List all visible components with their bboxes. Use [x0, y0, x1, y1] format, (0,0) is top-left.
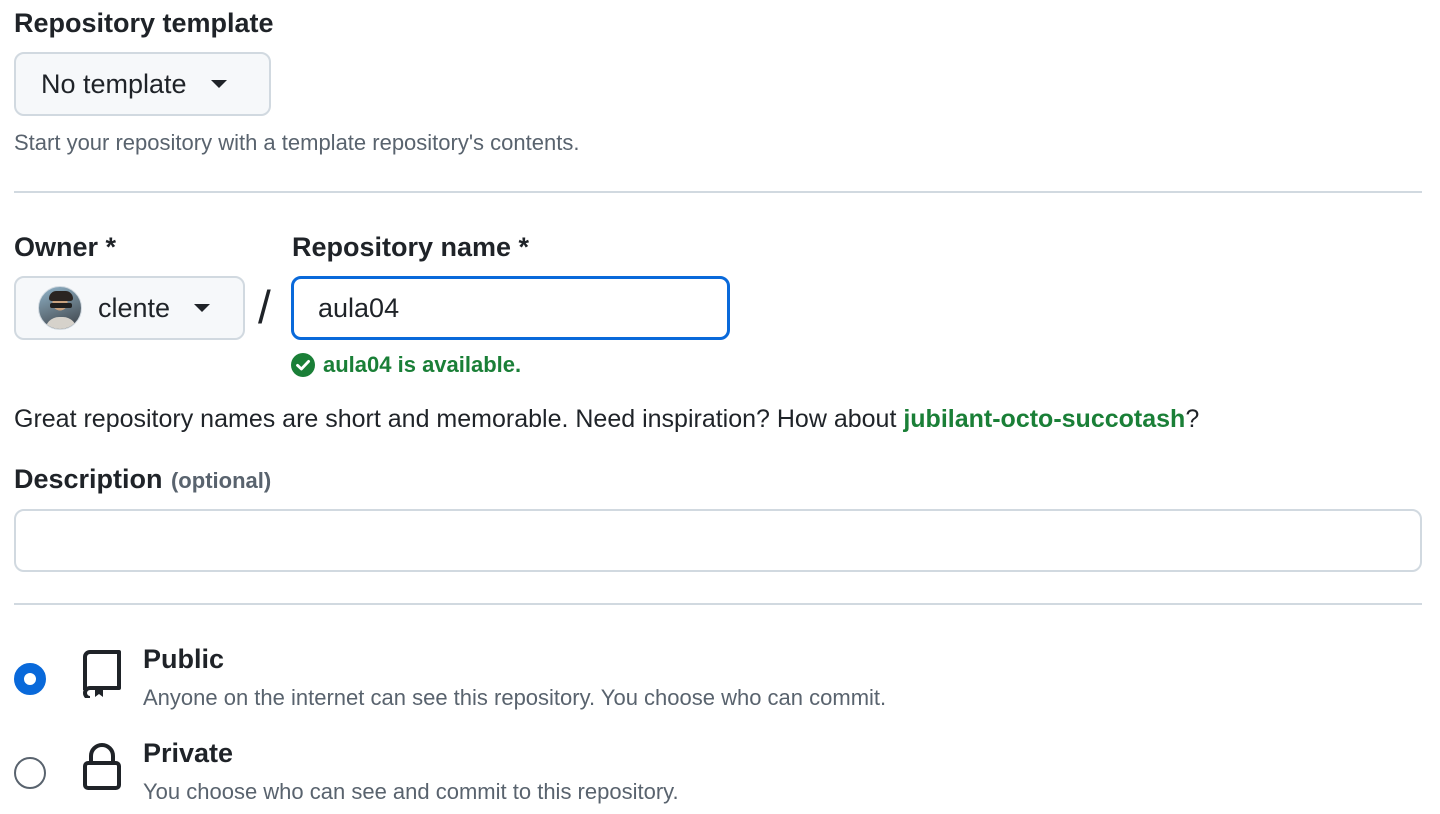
radio-public[interactable] [14, 663, 46, 695]
lock-icon [83, 743, 121, 790]
caret-down-icon [210, 80, 227, 88]
public-title: Public [143, 644, 225, 674]
private-title: Private [143, 738, 234, 768]
section-divider [14, 603, 1422, 605]
owner-select-value: clente [98, 292, 171, 323]
description-input[interactable] [14, 509, 1422, 572]
owner-label: Owner * [14, 232, 117, 262]
public-description: Anyone on the internet can see this repo… [143, 685, 887, 710]
radio-private[interactable] [14, 757, 46, 789]
avatar [38, 286, 82, 330]
template-select[interactable]: No template [14, 52, 271, 116]
template-select-value: No template [41, 68, 187, 99]
check-circle-icon [291, 353, 315, 377]
section-divider [14, 191, 1422, 193]
repo-name-input[interactable] [291, 276, 730, 340]
description-label: Description [14, 464, 163, 494]
caret-down-icon [194, 304, 211, 312]
template-hint: Start your repository with a template re… [14, 130, 580, 155]
owner-select[interactable]: clente [14, 276, 245, 340]
private-description: You choose who can see and commit to thi… [143, 779, 679, 804]
inspiration-line: Great repository names are short and mem… [14, 405, 1199, 434]
availability-text: aula04 is available. [323, 352, 522, 377]
repo-icon [83, 650, 121, 698]
inspiration-prefix: Great repository names are short and mem… [14, 405, 904, 433]
inspiration-suffix: ? [1185, 405, 1200, 433]
optional-tag: (optional) [170, 468, 272, 493]
description-label-row: Description (optional) [14, 464, 271, 495]
suggestion-link[interactable]: jubilant-octo-succotash [903, 405, 1185, 433]
owner-repo-separator: / [258, 281, 271, 333]
repo-name-label: Repository name * [292, 232, 530, 262]
availability-message: aula04 is available. [291, 352, 521, 378]
template-label: Repository template [14, 8, 274, 38]
